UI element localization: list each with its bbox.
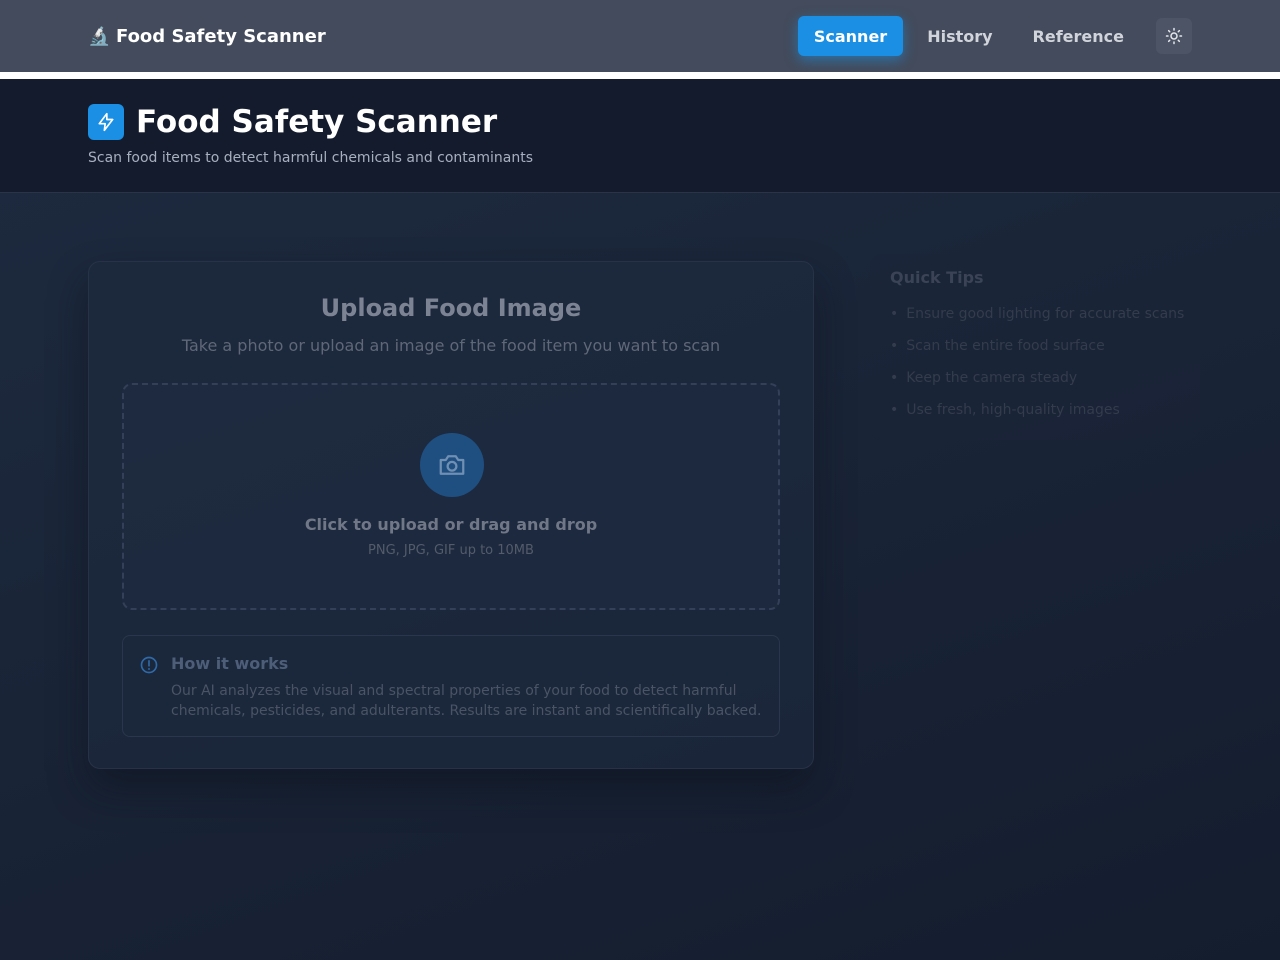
bullet-icon: • [890, 306, 899, 322]
bullet-icon: • [890, 338, 899, 354]
tip-text: Keep the camera steady [906, 370, 1078, 386]
tip-text: Ensure good lighting for accurate scans [906, 306, 1185, 322]
tip-item: • Keep the camera steady [890, 370, 1184, 402]
nav-links: Scanner History Reference [797, 16, 1192, 56]
quick-tips-card: Quick Tips • Ensure good lighting for acc… [870, 254, 1200, 440]
how-it-works-text: Our AI analyzes the visual and spectral … [171, 683, 762, 719]
upload-card: Upload Food Image Take a photo or upload… [88, 261, 814, 769]
how-it-works-title: How it works [171, 654, 289, 673]
camera-icon [439, 455, 465, 475]
upload-card-title: Upload Food Image [320, 294, 582, 322]
page-header: Food Safety Scanner Scan food items to d… [0, 79, 1280, 193]
page-title: Food Safety Scanner [136, 104, 498, 140]
sun-icon [1165, 27, 1183, 45]
bullet-icon: • [890, 402, 899, 418]
tip-item: • Scan the entire food surface [890, 338, 1184, 370]
microscope-icon: 🔬 [88, 25, 111, 47]
upload-dropzone[interactable]: Click to upload or drag and drop PNG, JP… [122, 383, 780, 610]
tip-item: • Use fresh, high-quality images [890, 402, 1184, 434]
quick-tips-list: • Ensure good lighting for accurate scans… [890, 306, 1184, 434]
bullet-icon: • [890, 370, 899, 386]
title-badge [88, 104, 124, 140]
top-navbar: 🔬 Food Safety Scanner Scanner History Re… [0, 0, 1280, 72]
page-subtitle: Scan food items to detect harmful chemic… [88, 150, 533, 166]
nav-brand-label: Food Safety Scanner [116, 25, 326, 47]
nav-link-scanner[interactable]: Scanner [797, 16, 904, 56]
info-icon [140, 656, 158, 674]
upload-card-description: Take a photo or upload an image of the f… [181, 336, 721, 355]
tip-item: • Ensure good lighting for accurate scans [890, 306, 1184, 338]
lightning-icon [98, 112, 114, 132]
dropzone-hint: PNG, JPG, GIF up to 10MB [368, 543, 534, 558]
nav-link-history[interactable]: History [911, 16, 1008, 56]
camera-icon-circle [420, 433, 484, 497]
dropzone-title: Click to upload or drag and drop [304, 515, 598, 534]
nav-link-reference[interactable]: Reference [1017, 16, 1140, 56]
title-row: Food Safety Scanner [88, 104, 497, 140]
tip-text: Use fresh, high-quality images [906, 402, 1120, 418]
how-it-works-box: How it works Our AI analyzes the visual … [122, 635, 780, 737]
tip-text: Scan the entire food surface [906, 338, 1105, 354]
quick-tips-title: Quick Tips [890, 268, 984, 287]
navbar-divider [0, 72, 1280, 79]
nav-brand[interactable]: 🔬 Food Safety Scanner [88, 0, 326, 72]
theme-toggle-button[interactable] [1156, 18, 1192, 54]
